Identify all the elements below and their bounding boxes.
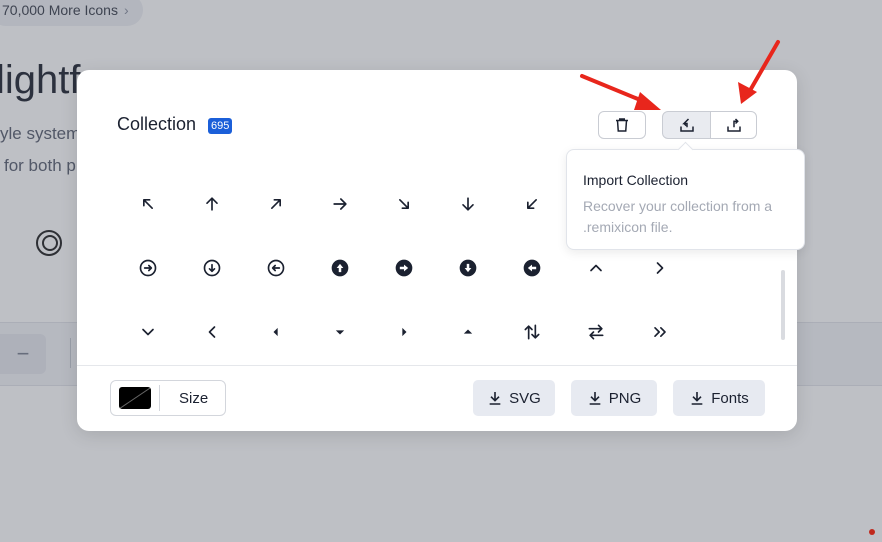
modal-footer: Size SVG PNG Fonts bbox=[77, 365, 797, 432]
arrow-down-circle-fill-icon bbox=[459, 259, 477, 277]
delete-collection-button[interactable] bbox=[598, 111, 646, 139]
download-svg-label: SVG bbox=[509, 389, 541, 407]
import-tooltip: Import Collection Recover your collectio… bbox=[566, 149, 805, 250]
color-swatch[interactable] bbox=[119, 387, 151, 409]
icon-cell[interactable] bbox=[576, 312, 616, 352]
arrow-left-s-fill-icon bbox=[273, 327, 278, 337]
arrow-right-double-icon bbox=[654, 327, 666, 337]
arrow-right-down-icon bbox=[399, 199, 409, 209]
arrow-left-circle-icon bbox=[267, 259, 285, 277]
icon-cell[interactable] bbox=[192, 184, 232, 224]
icon-cell[interactable] bbox=[192, 312, 232, 352]
icon-cell[interactable] bbox=[384, 312, 424, 352]
arrow-up-s-icon bbox=[590, 264, 602, 272]
icon-cell[interactable] bbox=[256, 312, 296, 352]
download-icon bbox=[691, 392, 703, 405]
arrow-left-s-icon bbox=[208, 326, 216, 338]
tooltip-title: Import Collection bbox=[583, 172, 689, 188]
arrow-right-circle-icon bbox=[139, 259, 157, 277]
icon-cell[interactable] bbox=[576, 248, 616, 288]
arrow-down-s-fill-icon bbox=[335, 330, 345, 335]
icon-cell[interactable] bbox=[256, 184, 296, 224]
arrow-up-s-fill-icon bbox=[463, 329, 473, 334]
export-icon bbox=[726, 118, 741, 132]
arrow-right-circle-fill-icon bbox=[395, 259, 413, 277]
arrow-left-down-icon bbox=[527, 199, 537, 209]
size-label[interactable]: Size bbox=[179, 390, 208, 407]
icon-cell[interactable] bbox=[448, 184, 488, 224]
arrow-up-down-icon bbox=[524, 324, 540, 340]
arrow-down-icon bbox=[462, 197, 474, 211]
icon-cell[interactable] bbox=[512, 248, 552, 288]
icon-cell[interactable] bbox=[384, 248, 424, 288]
color-size-control[interactable]: Size bbox=[110, 380, 226, 416]
download-png-button[interactable]: PNG bbox=[571, 380, 657, 416]
arrow-right-s-fill-icon bbox=[402, 327, 407, 337]
download-icon bbox=[589, 392, 601, 405]
trash-icon bbox=[616, 118, 628, 132]
download-icon bbox=[489, 392, 501, 405]
arrow-right-s-icon bbox=[656, 262, 664, 274]
icon-cell[interactable] bbox=[384, 184, 424, 224]
icon-cell[interactable] bbox=[128, 184, 168, 224]
import-icon bbox=[679, 118, 694, 132]
collection-modal: Collection 695 Size SVG PNG Fonts bbox=[77, 70, 797, 431]
arrow-left-up-icon bbox=[143, 199, 153, 209]
icon-cell[interactable] bbox=[448, 248, 488, 288]
modal-title: Collection bbox=[117, 114, 197, 134]
icon-cell[interactable] bbox=[320, 184, 360, 224]
download-png-label: PNG bbox=[608, 389, 642, 407]
icon-cell[interactable] bbox=[128, 248, 168, 288]
arrow-left-right-icon bbox=[588, 324, 604, 340]
download-svg-button[interactable]: SVG bbox=[473, 380, 555, 416]
icon-cell[interactable] bbox=[640, 248, 680, 288]
notification-dot bbox=[869, 529, 875, 535]
arrow-up-icon bbox=[206, 197, 218, 211]
collection-count-badge: 695 bbox=[208, 118, 233, 134]
arrow-right-up-icon bbox=[271, 199, 281, 209]
icon-cell[interactable] bbox=[512, 312, 552, 352]
size-divider bbox=[159, 385, 160, 411]
icon-cell[interactable] bbox=[512, 184, 552, 224]
arrow-down-circle-icon bbox=[203, 259, 221, 277]
icon-cell[interactable] bbox=[640, 312, 680, 352]
export-collection-button[interactable] bbox=[710, 111, 757, 139]
scrollbar[interactable] bbox=[781, 270, 785, 340]
icon-cell[interactable] bbox=[320, 248, 360, 288]
arrow-left-circle-fill-icon bbox=[523, 259, 541, 277]
icon-cell[interactable] bbox=[256, 248, 296, 288]
icon-cell[interactable] bbox=[320, 312, 360, 352]
icon-cell[interactable] bbox=[192, 248, 232, 288]
arrow-right-icon bbox=[333, 198, 347, 210]
import-collection-button[interactable] bbox=[662, 111, 711, 139]
tooltip-description: Recover your collection from a .remixico… bbox=[583, 198, 773, 235]
download-fonts-label: Fonts bbox=[711, 389, 749, 407]
icon-cell[interactable] bbox=[448, 312, 488, 352]
icon-cell[interactable] bbox=[128, 312, 168, 352]
arrow-up-circle-fill-icon bbox=[331, 259, 349, 277]
download-fonts-button[interactable]: Fonts bbox=[673, 380, 765, 416]
arrow-down-s-icon bbox=[142, 328, 154, 336]
